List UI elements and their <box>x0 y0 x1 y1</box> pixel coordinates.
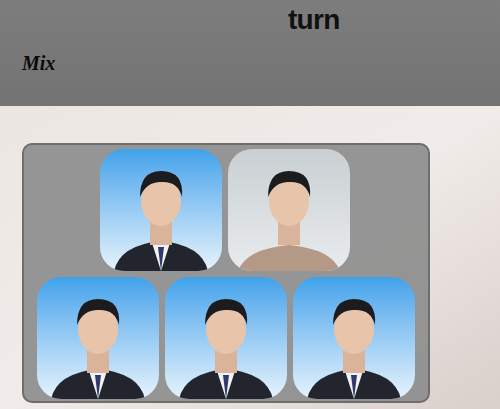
person-icon <box>100 149 222 271</box>
face-photo[interactable] <box>165 277 287 399</box>
page-title: Mix <box>22 50 55 76</box>
person-icon <box>228 149 350 271</box>
photo-panel <box>22 143 430 403</box>
app-screen: turn Mix <box>0 0 500 409</box>
person-icon <box>293 277 415 399</box>
face-photo[interactable] <box>293 277 415 399</box>
logo[interactable]: turn <box>288 2 340 38</box>
person-icon <box>37 277 159 399</box>
person-icon <box>165 277 287 399</box>
face-photo[interactable] <box>100 149 222 271</box>
background-photo <box>0 106 500 409</box>
face-photo[interactable] <box>228 149 350 271</box>
result-photos-row <box>24 277 428 399</box>
face-photo[interactable] <box>37 277 159 399</box>
top-bar: turn Mix <box>0 0 500 106</box>
source-photos-row <box>24 149 428 271</box>
